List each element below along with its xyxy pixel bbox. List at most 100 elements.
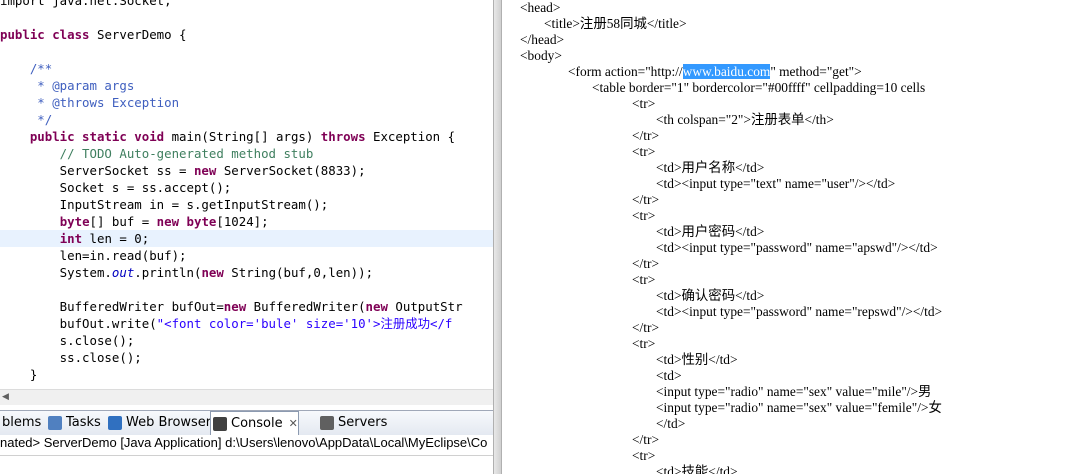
source-line[interactable]: <td>技能</td> — [656, 464, 738, 474]
code-line[interactable]: public static void main(String[] args) t… — [0, 128, 455, 145]
code-token: "<font color='bule' size='10'>注册成功</f — [156, 316, 453, 331]
source-line[interactable]: </tr> — [632, 320, 659, 336]
code-token: byte — [59, 214, 90, 229]
source-line[interactable]: <td><input type="text" name="user"/></td… — [656, 176, 895, 192]
source-line[interactable]: <td>用户密码</td> — [656, 224, 764, 240]
tab-label: Console — [231, 416, 283, 431]
tab-label: blems — [2, 415, 42, 430]
code-line[interactable]: ss.close(); — [0, 349, 142, 366]
source-line[interactable]: <td>性别</td> — [656, 352, 738, 368]
code-token: ServerDemo { — [89, 27, 187, 42]
code-token: OutputStr — [387, 299, 463, 314]
source-line[interactable]: <td> — [656, 368, 682, 384]
code-token: * @param args — [0, 78, 135, 93]
code-line[interactable]: byte[] buf = new byte[1024]; — [0, 213, 269, 230]
tab-label: Web Browser — [126, 415, 212, 430]
code-line[interactable]: } — [0, 366, 37, 383]
source-line[interactable]: <td>用户名称</td> — [656, 160, 764, 176]
source-line[interactable]: </td> — [656, 416, 685, 432]
code-line[interactable]: */ — [0, 111, 52, 128]
code-token: new — [223, 299, 247, 314]
code-line[interactable]: /** — [0, 60, 52, 77]
scroll-left-arrow-icon[interactable]: ◀ — [2, 392, 12, 402]
code-line[interactable]: BufferedWriter bufOut=new BufferedWriter… — [0, 298, 463, 315]
code-token: new — [201, 265, 224, 280]
tab-web-browser[interactable]: Web Browser — [106, 413, 211, 433]
code-token: .println( — [134, 265, 202, 280]
html-source-view[interactable]: <head> <title>注册58同城</title> </head> <body>… — [502, 0, 1071, 474]
code-line[interactable]: int len = 0; — [0, 230, 493, 247]
code-token: System. — [0, 265, 112, 280]
source-line[interactable]: <tr> — [632, 336, 655, 352]
source-line[interactable]: <tr> — [632, 144, 655, 160]
code-line[interactable]: * @param args — [0, 77, 134, 94]
tab-label: Servers — [338, 415, 388, 430]
code-line[interactable]: import java.net.Socket; — [0, 0, 172, 9]
source-line[interactable]: <td>确认密码</td> — [656, 288, 764, 304]
code-token: ServerSocket ss = — [0, 163, 194, 178]
code-line[interactable]: s.close(); — [0, 332, 135, 349]
java-editor[interactable]: import java.net.Socket; public class Serv… — [0, 0, 493, 410]
code-token: // TODO Auto-generated method stub — [0, 146, 314, 161]
source-text: " method="get"> — [770, 64, 862, 79]
code-token: InputStream in = s.getInputStream(); — [0, 197, 329, 212]
selected-text: www.baidu.com — [682, 64, 771, 79]
code-token: */ — [0, 112, 53, 127]
source-line[interactable]: </tr> — [632, 432, 659, 448]
source-line[interactable]: <tr> — [632, 272, 655, 288]
code-line[interactable]: InputStream in = s.getInputStream(); — [0, 196, 329, 213]
tab-tasks[interactable]: Tasks — [46, 413, 101, 433]
code-line[interactable]: bufOut.write("<font color='bule' size='1… — [0, 315, 453, 332]
source-line[interactable]: <tr> — [632, 96, 655, 112]
tab-blems[interactable]: blems — [0, 413, 41, 433]
source-line[interactable]: <body> — [520, 48, 562, 64]
source-line[interactable]: </tr> — [632, 192, 659, 208]
source-line[interactable]: <td><input type="password" name="repswd"… — [656, 304, 942, 320]
tab-servers[interactable]: Servers — [318, 413, 387, 433]
code-token: len=in.read(buf); — [0, 248, 187, 263]
source-line[interactable]: </tr> — [632, 128, 659, 144]
source-line[interactable]: </tr> — [632, 256, 659, 272]
source-line[interactable]: <th colspan="2">注册表单</th> — [656, 112, 834, 128]
source-line[interactable]: <td><input type="password" name="apswd"/… — [656, 240, 938, 256]
source-line[interactable]: <table border="1" bordercolor="#00ffff" … — [592, 80, 925, 96]
close-icon[interactable]: ✕ — [289, 417, 298, 430]
code-token: new — [156, 214, 180, 229]
code-line[interactable]: System.out.println(new String(buf,0,len)… — [0, 264, 373, 281]
code-token: out — [111, 265, 135, 280]
code-token: [1024]; — [216, 214, 269, 229]
code-token: int — [59, 231, 83, 246]
source-line[interactable]: </head> — [520, 32, 564, 48]
source-text: <form action="http:// — [568, 64, 683, 79]
console-icon — [213, 417, 227, 431]
code-line[interactable]: * @throws Exception — [0, 94, 179, 111]
editor-horizontal-scrollbar[interactable]: ◀ — [0, 389, 493, 405]
source-line[interactable]: <tr> — [632, 208, 655, 224]
source-line[interactable]: <title>注册58同城</title> — [544, 16, 687, 32]
console-area — [0, 455, 493, 475]
code-line[interactable]: Socket s = ss.accept(); — [0, 179, 232, 196]
code-token: new — [365, 299, 388, 314]
source-line[interactable]: <tr> — [632, 448, 655, 464]
code-token: public static void — [0, 129, 165, 144]
source-line[interactable]: <head> — [520, 0, 560, 16]
source-line[interactable]: <input type="radio" name="sex" value="fe… — [656, 400, 942, 416]
tab-console[interactable]: Console ✕ — [210, 411, 299, 436]
code-line[interactable]: // TODO Auto-generated method stub — [0, 145, 314, 162]
code-line[interactable]: public class ServerDemo { — [0, 26, 187, 43]
tab-label: Tasks — [66, 415, 101, 430]
code-token: new — [193, 163, 217, 178]
source-line[interactable]: <input type="radio" name="sex" value="mi… — [656, 384, 931, 400]
source-line[interactable]: <form action="http://www.baidu.com" meth… — [568, 64, 862, 80]
servers-icon — [320, 416, 334, 430]
code-token: s.close(); — [0, 333, 135, 348]
code-line[interactable]: len=in.read(buf); — [0, 247, 187, 264]
console-header: nated> ServerDemo [Java Application] d:\… — [0, 435, 493, 455]
code-token: Socket s = ss.accept(); — [0, 180, 232, 195]
window-splitter[interactable] — [493, 0, 502, 474]
code-token: ss.close(); — [0, 350, 142, 365]
code-line[interactable]: ServerSocket ss = new ServerSocket(8833)… — [0, 162, 366, 179]
